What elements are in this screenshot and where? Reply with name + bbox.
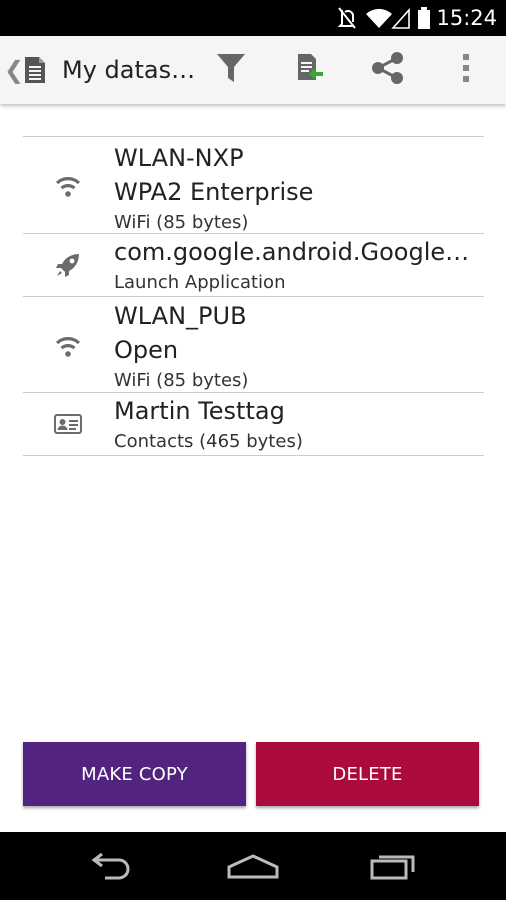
list-item[interactable]: WLAN-NXP WPA2 Enterprise WiFi (85 bytes) [23, 137, 484, 234]
navigation-bar [0, 832, 506, 900]
record-title: WLAN_PUB [114, 302, 247, 330]
list-item[interactable]: Martin Testtag Contacts (465 bytes) [23, 393, 484, 456]
record-subtitle: WiFi (85 bytes) [114, 370, 249, 391]
list-item[interactable]: WLAN_PUB Open WiFi (85 bytes) [23, 297, 484, 393]
filter-button[interactable] [202, 36, 260, 104]
record-title-line-2: WPA2 Enterprise [114, 178, 314, 206]
wifi-icon [53, 171, 83, 201]
record-title: Martin Testtag [114, 397, 285, 425]
contact-card-icon [53, 409, 83, 439]
overflow-menu-icon [462, 53, 470, 88]
record-subtitle: Launch Application [114, 272, 286, 293]
recents-icon [369, 852, 417, 885]
share-icon [371, 51, 405, 89]
nav-recents-button[interactable] [358, 848, 428, 888]
nav-back-button[interactable] [78, 848, 148, 888]
record-title: WLAN-NXP [114, 144, 244, 172]
action-bar: ❮ My datas… [0, 36, 506, 104]
overflow-menu-button[interactable] [437, 36, 495, 104]
up-navigation[interactable]: ❮ My datas… [0, 36, 200, 104]
wifi-icon [365, 6, 393, 35]
page-title: My datas… [62, 56, 196, 84]
record-subtitle: Contacts (465 bytes) [114, 431, 303, 452]
import-button[interactable] [281, 36, 339, 104]
rocket-icon [53, 250, 83, 280]
back-icon [89, 852, 137, 885]
nav-home-button[interactable] [218, 848, 288, 888]
home-icon [226, 853, 280, 884]
make-copy-button[interactable]: MAKE COPY [23, 742, 246, 806]
signal-icon [391, 6, 411, 35]
wifi-icon [53, 331, 83, 361]
import-icon [296, 53, 324, 88]
delete-button[interactable]: DELETE [256, 742, 479, 806]
battery-icon [417, 6, 431, 35]
status-time: 15:24 [436, 6, 497, 30]
record-subtitle: WiFi (85 bytes) [114, 212, 249, 233]
record-list: WLAN-NXP WPA2 Enterprise WiFi (85 bytes)… [23, 136, 484, 456]
filter-icon [216, 52, 246, 89]
document-icon [23, 56, 47, 89]
back-caret-icon: ❮ [4, 56, 25, 84]
mute-icon [336, 6, 358, 35]
record-title: com.google.android.GoogleCa… [114, 238, 476, 266]
status-bar: 15:24 [0, 0, 506, 36]
record-title-line-2: Open [114, 336, 179, 364]
list-item[interactable]: com.google.android.GoogleCa… Launch Appl… [23, 234, 484, 297]
share-button[interactable] [359, 36, 417, 104]
